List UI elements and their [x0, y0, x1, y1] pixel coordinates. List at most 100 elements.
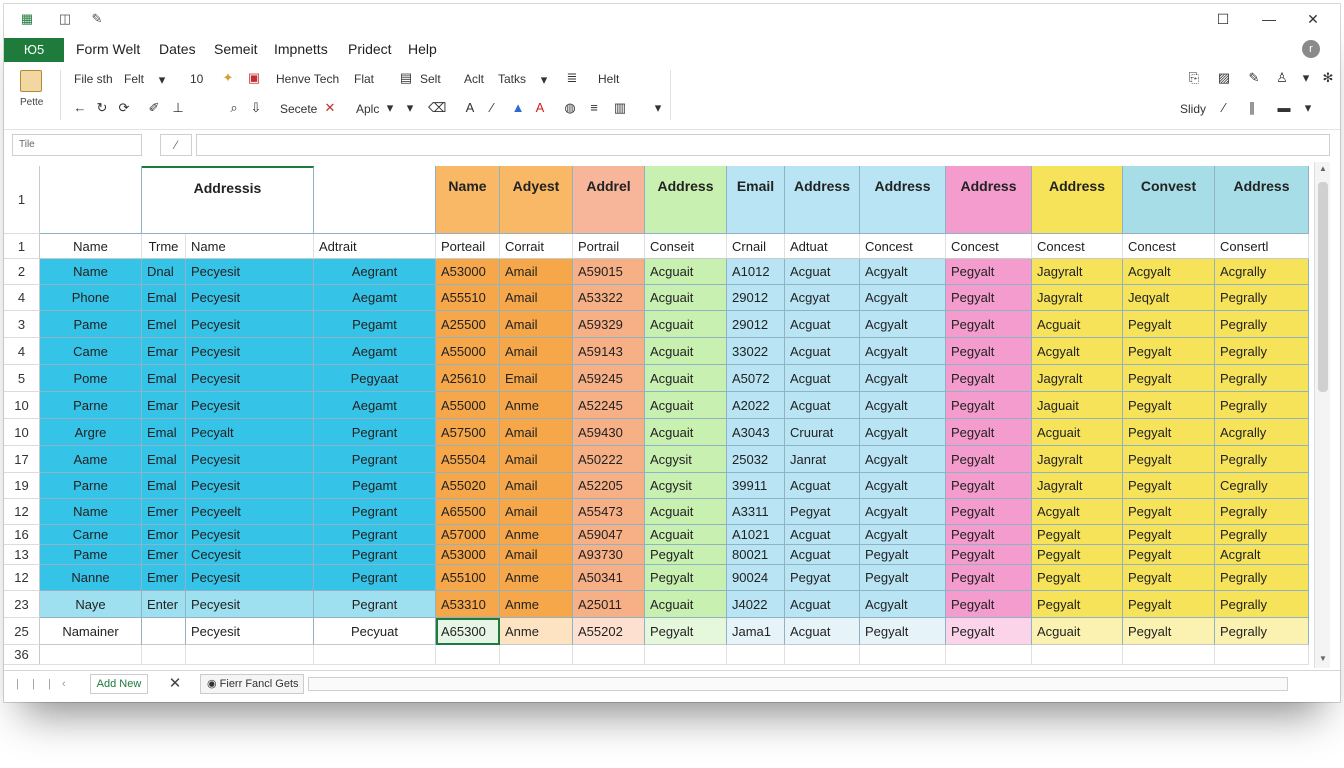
data-cell[interactable]: Pegrally — [1215, 365, 1309, 392]
column-header[interactable] — [314, 166, 436, 234]
data-cell[interactable] — [142, 645, 186, 665]
data-cell[interactable]: A55504 — [436, 446, 500, 473]
data-cell[interactable]: Phone — [40, 285, 142, 311]
data-cell[interactable] — [436, 645, 500, 665]
data-cell[interactable]: Acgrally — [1215, 419, 1309, 446]
column-header[interactable]: Address — [1215, 166, 1309, 234]
data-cell[interactable]: Naye — [40, 591, 142, 618]
redo-icon[interactable]: ↻ — [94, 100, 110, 116]
data-cell[interactable]: Pegrant — [314, 545, 436, 565]
data-cell[interactable] — [186, 645, 314, 665]
subheader-cell[interactable]: Adtrait — [314, 234, 436, 259]
data-cell[interactable]: Pegyalt — [946, 565, 1032, 591]
data-cell[interactable]: Acgyalt — [860, 419, 946, 446]
data-cell[interactable]: A52205 — [573, 473, 645, 499]
data-cell[interactable]: Emer — [142, 565, 186, 591]
data-cell[interactable]: Pegyalt — [1123, 338, 1215, 365]
data-cell[interactable]: Acguait — [1032, 618, 1123, 645]
menu-semeit[interactable]: Semeit — [214, 41, 258, 57]
data-cell[interactable]: A1012 — [727, 259, 785, 285]
subheader-cell[interactable]: Concest — [860, 234, 946, 259]
data-cell[interactable]: Acgyalt — [1123, 259, 1215, 285]
data-cell[interactable]: Pegrally — [1215, 565, 1309, 591]
data-cell[interactable]: Pegyalt — [1032, 545, 1123, 565]
table-icon[interactable]: ▥ — [612, 100, 628, 116]
data-cell[interactable]: Acgralt — [1215, 545, 1309, 565]
data-cell[interactable]: A2022 — [727, 392, 785, 419]
data-cell[interactable]: Acguat — [785, 618, 860, 645]
data-cell[interactable]: Jagyralt — [1032, 473, 1123, 499]
data-cell[interactable]: A65300 — [436, 618, 500, 645]
data-cell[interactable]: Pegyalt — [946, 499, 1032, 525]
data-cell[interactable]: Argre — [40, 419, 142, 446]
data-cell[interactable]: J4022 — [727, 591, 785, 618]
data-cell[interactable]: Pegyalt — [946, 525, 1032, 545]
pencil-icon[interactable]: ⁄ — [484, 100, 500, 115]
menu-dates[interactable]: Dates — [159, 41, 196, 57]
font-color-icon[interactable]: A — [532, 100, 548, 115]
pencil-icon[interactable]: ⁄ — [1216, 100, 1232, 115]
data-cell[interactable]: Pegyaat — [314, 365, 436, 392]
data-cell[interactable]: Pecyesit — [186, 338, 314, 365]
data-cell[interactable]: Pegyalt — [1123, 591, 1215, 618]
data-cell[interactable]: Acguait — [645, 285, 727, 311]
data-cell[interactable]: Pegyalt — [946, 392, 1032, 419]
data-cell[interactable]: Acguat — [785, 545, 860, 565]
data-cell[interactable]: Pecyesit — [186, 446, 314, 473]
data-cell[interactable]: Pegrally — [1215, 285, 1309, 311]
data-cell[interactable]: Emel — [142, 311, 186, 338]
data-cell[interactable] — [40, 645, 142, 665]
search-icon[interactable]: ⌕ — [226, 100, 242, 116]
format-painter-icon[interactable]: ✦ — [220, 70, 236, 86]
data-cell[interactable]: 29012 — [727, 285, 785, 311]
data-cell[interactable]: Anme — [500, 565, 573, 591]
data-cell[interactable]: Pegyalt — [1032, 565, 1123, 591]
column-header[interactable]: Address — [860, 166, 946, 234]
data-cell[interactable]: Amail — [500, 473, 573, 499]
data-cell[interactable] — [1032, 645, 1123, 665]
data-cell[interactable]: 90024 — [727, 565, 785, 591]
data-cell[interactable]: Pegyalt — [946, 545, 1032, 565]
subheader-cell[interactable]: Consertl — [1215, 234, 1309, 259]
data-cell[interactable]: A3311 — [727, 499, 785, 525]
data-cell[interactable]: Amail — [500, 259, 573, 285]
formula-input[interactable] — [196, 134, 1330, 156]
calendar-icon[interactable]: ▣ — [246, 70, 262, 86]
subheader-cell[interactable]: Name — [40, 234, 142, 259]
data-cell[interactable]: Emar — [142, 338, 186, 365]
data-cell[interactable]: Pegyalt — [860, 565, 946, 591]
data-cell[interactable]: 29012 — [727, 311, 785, 338]
column-header[interactable]: Address — [645, 166, 727, 234]
slide-button[interactable]: Slidy — [1180, 102, 1206, 116]
select-button[interactable]: Selt — [420, 72, 441, 86]
name-box[interactable]: Tile — [12, 134, 142, 156]
data-cell[interactable]: A53000 — [436, 545, 500, 565]
data-cell[interactable]: Pegyalt — [645, 545, 727, 565]
data-cell[interactable]: A25610 — [436, 365, 500, 392]
data-cell[interactable]: Pegamt — [314, 473, 436, 499]
data-cell[interactable] — [1123, 645, 1215, 665]
font-name-dropdown[interactable]: File sth — [74, 72, 113, 86]
data-cell[interactable]: Aegamt — [314, 338, 436, 365]
data-cell[interactable]: 39911 — [727, 473, 785, 499]
chevron-down-icon[interactable]: ▾ — [1300, 100, 1316, 116]
chevron-down-icon[interactable]: ▾ — [1298, 70, 1314, 86]
menu-impnetts[interactable]: Impnetts — [274, 41, 328, 57]
data-cell[interactable]: A55020 — [436, 473, 500, 499]
data-cell[interactable]: Emar — [142, 392, 186, 419]
spreadsheet-grid[interactable]: ▲ ▼ 1 Addressis Name Adyest Addrel Address Ema… — [4, 162, 1340, 668]
data-cell[interactable]: Came — [40, 338, 142, 365]
data-cell[interactable]: Acgrally — [1215, 259, 1309, 285]
data-cell[interactable]: Carne — [40, 525, 142, 545]
slash-icon[interactable]: ∥ — [1244, 100, 1260, 116]
sheet-nav-next-icon[interactable]: | — [48, 678, 51, 690]
column-header[interactable]: Email — [727, 166, 785, 234]
data-cell[interactable]: Acguat — [785, 473, 860, 499]
data-cell[interactable]: Acguait — [645, 311, 727, 338]
data-cell[interactable]: Anme — [500, 392, 573, 419]
data-cell[interactable]: A55100 — [436, 565, 500, 591]
data-cell[interactable]: Parne — [40, 392, 142, 419]
vertical-scrollbar[interactable]: ▲ ▼ — [1314, 162, 1330, 668]
font-size-box[interactable]: 10 — [190, 72, 203, 86]
subheader-cell[interactable]: Crnail — [727, 234, 785, 259]
